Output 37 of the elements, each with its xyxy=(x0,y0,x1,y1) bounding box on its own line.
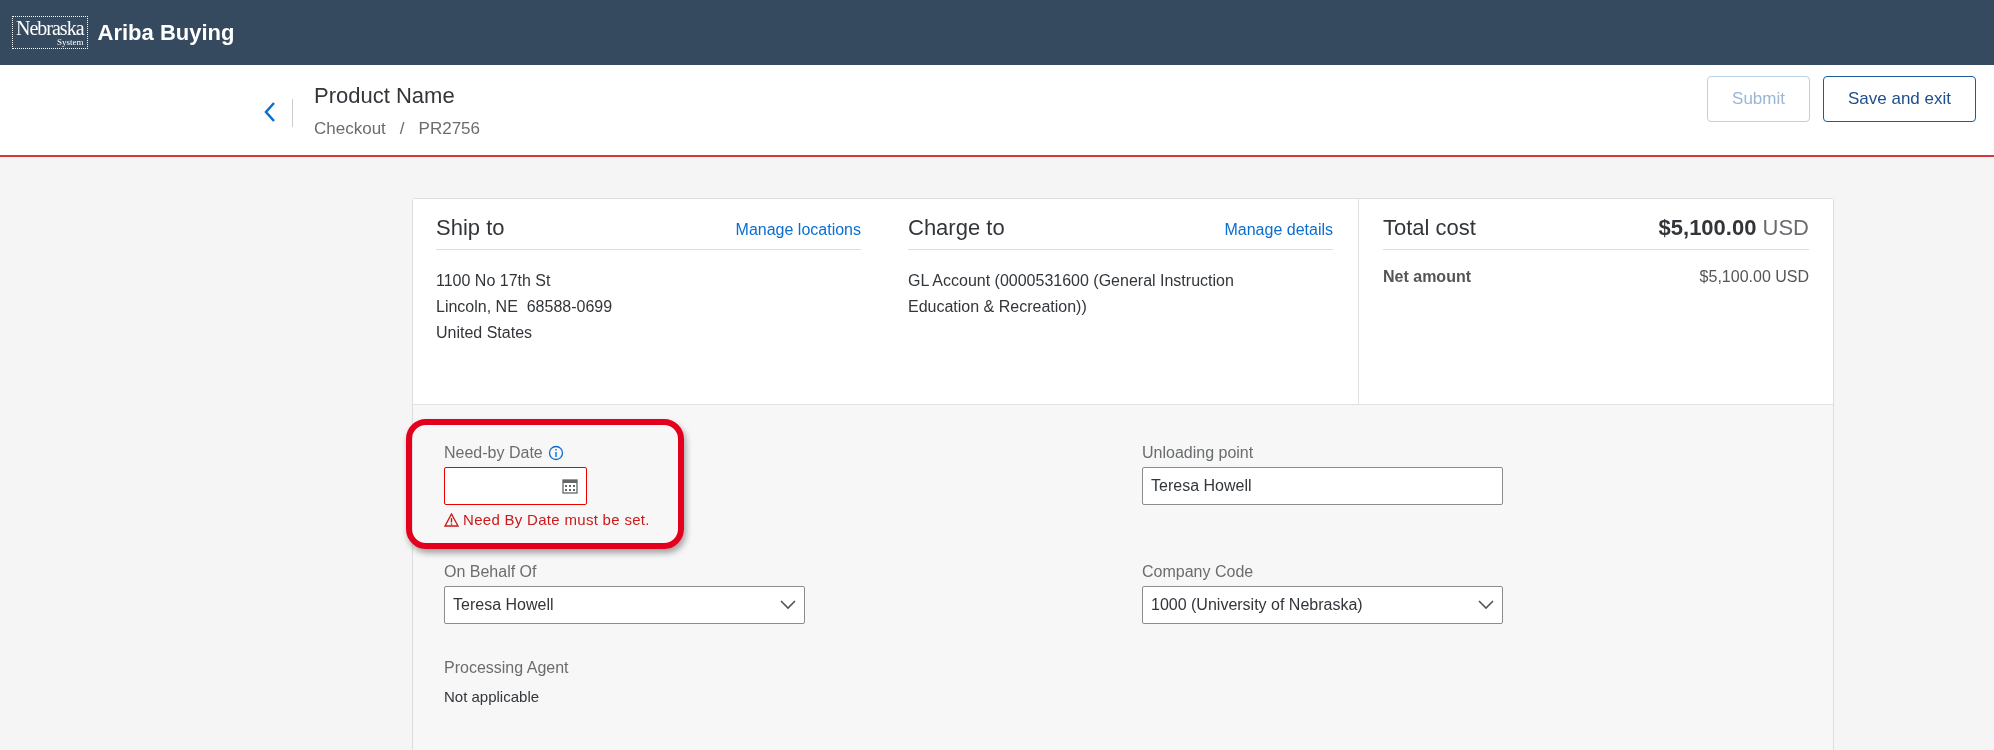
chevron-down-icon xyxy=(780,600,796,610)
info-icon[interactable] xyxy=(547,445,564,461)
manage-link[interactable]: Manage details xyxy=(1224,221,1333,239)
field-label: Processing Agent xyxy=(444,659,569,677)
error-message: Need By Date must be set. xyxy=(463,511,650,528)
section-heading: Total cost xyxy=(1383,215,1476,241)
breadcrumb-item[interactable]: PR2756 xyxy=(418,119,480,139)
field-label: On Behalf Of xyxy=(444,563,537,581)
page-title: Product Name xyxy=(314,83,456,109)
warning-icon xyxy=(444,512,459,527)
dropdown-field[interactable]: Teresa Howell xyxy=(444,586,805,624)
detail-line: Lincoln, NE 68588-0699 xyxy=(436,297,614,317)
breadcrumb-separator: / xyxy=(399,119,405,139)
detail-line: United States xyxy=(436,323,534,343)
calendar-icon[interactable] xyxy=(562,478,578,494)
field-label: Company Code xyxy=(1142,563,1254,581)
chevron-left-icon xyxy=(263,101,277,123)
action-button[interactable]: Save and exit xyxy=(1823,76,1976,122)
total-amount: $5,100.00 USD xyxy=(1658,215,1809,241)
detail-line: Education & Recreation)) xyxy=(908,297,1088,317)
detail-line: GL Account (0000531600 (General Instruction xyxy=(908,271,1235,291)
field-value: Not applicable xyxy=(444,688,541,705)
amount-value: $5,100.00 USD xyxy=(1699,268,1809,286)
university-logo: Nebraska System xyxy=(12,16,88,49)
chevron-down-icon xyxy=(1478,600,1494,610)
section-heading: Ship to xyxy=(436,215,505,241)
text-field[interactable]: Teresa Howell xyxy=(1142,467,1503,505)
field-label: Unloading point xyxy=(1142,444,1254,462)
dropdown-field[interactable]: 1000 (University of Nebraska) xyxy=(1142,586,1503,624)
detail-line: 1100 No 17th St xyxy=(436,271,552,291)
section-heading: Charge to xyxy=(908,215,1005,241)
app-title: Ariba Buying xyxy=(97,19,235,46)
field-label: Need-by Date xyxy=(444,444,543,462)
manage-link[interactable]: Manage locations xyxy=(735,221,861,239)
date-field[interactable] xyxy=(444,467,587,505)
amount-label: Net amount xyxy=(1383,268,1471,286)
breadcrumb-item[interactable]: Checkout xyxy=(314,119,386,139)
